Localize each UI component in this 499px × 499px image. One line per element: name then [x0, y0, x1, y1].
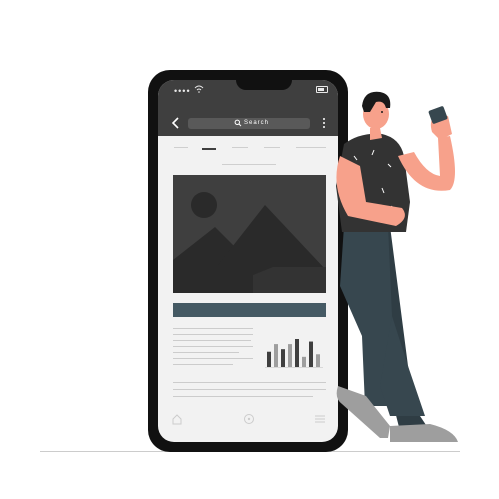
- search-icon: [234, 119, 242, 127]
- text-placeholder: [173, 328, 253, 370]
- tab-2[interactable]: [202, 148, 216, 150]
- tab-3[interactable]: [232, 147, 248, 148]
- banner-placeholder: [173, 303, 326, 317]
- circle-icon[interactable]: [243, 413, 255, 425]
- heading-placeholder: [222, 164, 276, 165]
- tab-1[interactable]: [174, 147, 188, 148]
- search-input[interactable]: Search: [188, 118, 310, 129]
- illustration: •••• Search: [0, 0, 499, 499]
- image-placeholder[interactable]: [173, 175, 326, 293]
- back-button[interactable]: [170, 116, 182, 130]
- chart-bar: [302, 356, 306, 367]
- chart-bar: [316, 354, 320, 367]
- signal-icon: ••••: [174, 86, 191, 96]
- mini-bar-chart: [263, 334, 325, 369]
- wifi-icon: [194, 85, 204, 93]
- chart-bar: [267, 351, 271, 367]
- phone-notch: [236, 76, 292, 90]
- phone-screen: •••• Search: [158, 80, 338, 442]
- chart-bar: [274, 344, 278, 367]
- chart-bar: [295, 339, 299, 367]
- back-icon: [171, 117, 179, 129]
- more-icon[interactable]: [322, 118, 326, 130]
- menu-icon[interactable]: [314, 413, 326, 425]
- landscape-image-icon: [173, 175, 326, 293]
- tab-5[interactable]: [296, 147, 326, 148]
- search-label: Search: [244, 120, 270, 126]
- tab-bar: [174, 147, 326, 151]
- bottom-nav: [158, 410, 338, 430]
- chart-bar: [288, 344, 292, 367]
- battery-icon: [316, 86, 328, 93]
- home-icon[interactable]: [171, 413, 183, 425]
- chart-bar: [281, 349, 285, 367]
- text-placeholder-bottom: [173, 382, 326, 403]
- person-figure: [336, 91, 458, 442]
- tab-4[interactable]: [264, 147, 280, 148]
- shoe-right: [390, 424, 458, 442]
- chart-bar: [309, 341, 313, 367]
